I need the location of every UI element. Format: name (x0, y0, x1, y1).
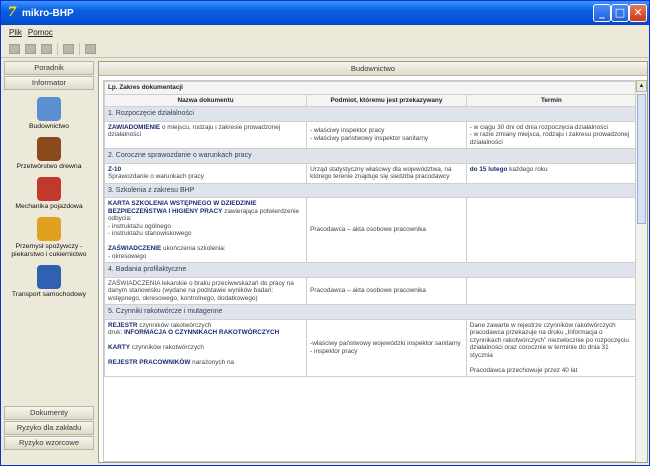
title-bar: 7 mikro-BHP _ □ ✕ (1, 1, 649, 25)
cell-document-name: ZAWIADOMIENIE o miejscu, rodzaju i zakre… (104, 120, 308, 149)
table-row[interactable]: ZAŚWIADCZENIA lekarskie o braku przeciww… (104, 276, 635, 305)
cell-document-name: Z-10 Sprawozdanie o warunkach pracy (104, 162, 308, 184)
sidebar: Poradnik Informator Budownictwo Przetwórs… (4, 61, 94, 463)
printer-icon[interactable] (63, 43, 74, 54)
cell-recipient: -właściwy państwowy wojewódzki inspektor… (306, 318, 467, 377)
sidebar-item-label: Budownictwo (28, 123, 70, 130)
section-row[interactable]: 5. Czynniki rakotwórcze i mutagenne (104, 304, 635, 320)
close-button[interactable]: ✕ (629, 4, 647, 22)
scroll-thumb[interactable] (637, 94, 646, 224)
toolbar-separator (79, 42, 80, 55)
cell-deadline: - w ciągu 30 dni od dnia rozpoczęcia dzi… (465, 120, 635, 149)
tab-informator[interactable]: Informator (4, 76, 94, 90)
cell-recipient: Urząd statystyczny właściwy dla wojewódz… (306, 162, 467, 184)
minimize-button[interactable]: _ (593, 4, 611, 22)
panel-title: Budownictwo (99, 62, 647, 76)
section-title: 1. Rozpoczęcie działalności (104, 106, 635, 122)
main-panel: Budownictwo Lp. Zakres dokumentacji Nazw… (98, 61, 648, 463)
sidebar-item-2[interactable]: Mechanika pojazdowa (4, 177, 94, 211)
tab-ryzyko-wzorcowe[interactable]: Ryzyko wzorcowe (4, 436, 94, 450)
toolbar (1, 40, 649, 58)
bold-text: REJESTR PRACOWNIKÓW (108, 359, 191, 366)
section-title: 3. Szkolenia z zakresu BHP (104, 182, 635, 198)
maximize-button[interactable]: □ (611, 4, 629, 22)
section-row[interactable]: 3. Szkolenia z zakresu BHP (104, 182, 635, 198)
app-logo-icon: 7 (7, 5, 17, 20)
cell-deadline: Dane zawarte w rejestrze czynników rakot… (465, 318, 635, 377)
delete-icon[interactable] (41, 43, 52, 54)
scroll-up-icon[interactable]: ▲ (636, 80, 647, 92)
category-list: Budownictwo Przetwórstwo drewna Mechanika … (4, 91, 94, 406)
table-body: Lp. Zakres dokumentacji Nazwa dokumentu … (104, 81, 635, 377)
section-row[interactable]: 4. Badania profilaktyczne (104, 262, 635, 278)
table-row[interactable]: Z-10 Sprawozdanie o warunkach pracy Urząd … (104, 162, 635, 184)
tab-dokumenty[interactable]: Dokumenty (4, 406, 94, 420)
window-title: mikro-BHP (22, 7, 74, 19)
table-row[interactable]: ZAWIADOMIENIE o miejscu, rodzaju i zakre… (104, 120, 635, 149)
sidebar-item-4[interactable]: Transport samochodowy (4, 265, 94, 299)
bold-text: REJESTR (108, 321, 138, 329)
cell-recipient: Pracodawca – akta osobowe pracownika (306, 276, 467, 305)
sidebar-item-label: Mechanika pojazdowa (15, 203, 83, 210)
cell-recipient: Pracodawca – akta osobowe pracownika (306, 197, 467, 263)
section-title: 4. Badania profilaktyczne (104, 262, 635, 278)
cell-deadline: do 15 lutego każdego roku (465, 162, 635, 184)
column-header-subject: Podmiot, któremu jest przekazywany (306, 93, 467, 107)
wood-barrel-icon (37, 137, 61, 161)
sidebar-item-label: Przetwórstwo drewna (16, 163, 82, 170)
vertical-scrollbar[interactable]: ▲ (635, 80, 647, 462)
tab-poradnik[interactable]: Poradnik (4, 61, 94, 75)
truck-icon (37, 265, 61, 289)
table-row[interactable]: KARTA SZKOLENIA WSTĘPNEGO W DZIEDZINIE B… (104, 197, 635, 263)
sidebar-bottom-tabs: Dokumenty Ryzyko dla zakładu Ryzyko wzor… (4, 406, 94, 451)
sidebar-item-label: Transport samochodowy (11, 291, 87, 298)
section-title: 2. Coroczne sprawozdanie o warunkach pra… (104, 148, 635, 164)
bold-text: INFORMACJA O CZYNNIKACH RAKOTWÓRCZYCH (123, 329, 280, 336)
toolbar-separator (57, 42, 58, 55)
cell-document-name: KARTA SZKOLENIA WSTĘPNEGO W DZIEDZINIE B… (104, 197, 308, 263)
column-header-term: Termin (465, 93, 635, 107)
section-row[interactable]: 2. Coroczne sprawozdanie o warunkach pra… (104, 148, 635, 164)
menu-help[interactable]: Pomoc (28, 28, 53, 37)
car-icon (37, 177, 61, 201)
documentation-table[interactable]: Lp. Zakres dokumentacji Nazwa dokumentu … (103, 80, 636, 462)
tab-ryzyko-dla-zakladu[interactable]: Ryzyko dla zakładu (4, 421, 94, 435)
bold-text: ZAŚWIADCZENIE (108, 245, 162, 252)
cell-recipient: - właściwy inspektor pracy - właściwy pań… (306, 120, 467, 149)
sidebar-item-3[interactable]: Przemysł spożywczy - piekarstwo i cukier… (4, 217, 94, 259)
sidebar-item-1[interactable]: Przetwórstwo drewna (4, 137, 94, 171)
table-row[interactable]: REJESTR czynników rakotwórczych druk: INF… (104, 318, 635, 377)
app-window: 7 mikro-BHP _ □ ✕ Plik Pomoc Poradnik In… (0, 0, 650, 466)
document-icon[interactable] (25, 43, 36, 54)
copy-icon[interactable] (85, 43, 96, 54)
print-preview-icon[interactable] (9, 43, 20, 54)
cell-deadline (465, 197, 635, 263)
bold-text: KARTY (108, 344, 131, 351)
sidebar-item-label: Przemysł spożywczy - piekarstwo i cukier… (11, 243, 87, 258)
table-caption: Lp. Zakres dokumentacji (104, 81, 635, 95)
bold-text: do 15 lutego (469, 165, 508, 173)
section-row[interactable]: 1. Rozpoczęcie działalności (104, 106, 635, 122)
bread-icon (37, 217, 61, 241)
section-title: 5. Czynniki rakotwórcze i mutagenne (104, 304, 635, 320)
menu-file[interactable]: Plik (9, 28, 22, 37)
cell-document-name: REJESTR czynników rakotwórczych druk: INF… (104, 318, 308, 377)
bold-text: ZAWIADOMIENIE (108, 123, 161, 131)
building-icon (37, 97, 61, 121)
bold-text: KARTA SZKOLENIA WSTĘPNEGO W DZIEDZINIE B… (108, 200, 257, 215)
sidebar-item-0[interactable]: Budownictwo (4, 97, 94, 131)
cell-document-name: ZAŚWIADCZENIA lekarskie o braku przeciww… (104, 276, 308, 305)
menu-bar: Plik Pomoc (1, 25, 649, 40)
bold-text: Z-10 (108, 165, 122, 173)
cell-deadline (465, 276, 635, 305)
column-header-name: Nazwa dokumentu (104, 93, 308, 107)
